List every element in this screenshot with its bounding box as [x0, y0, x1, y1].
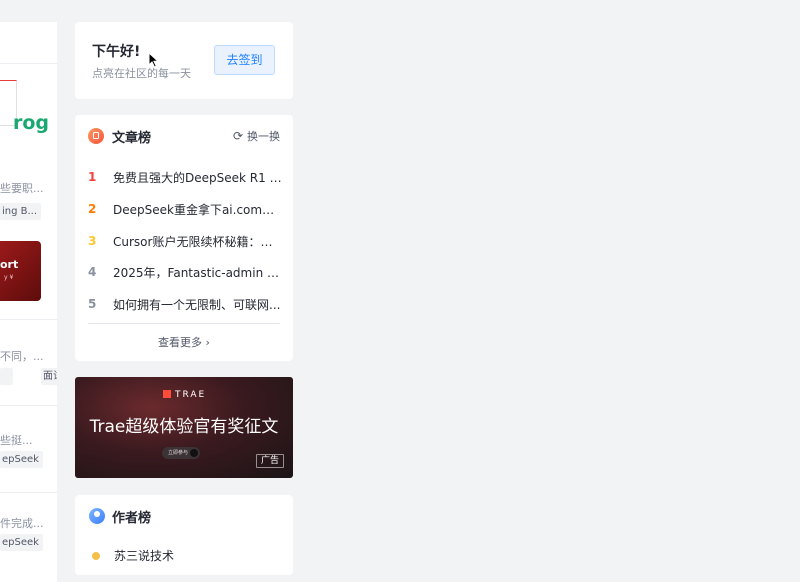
refresh-button[interactable]: ⟳ 换一换 — [233, 128, 280, 144]
author-rank-card: 作者榜 苏三说技术 — [75, 495, 293, 575]
article-title: 如何拥有一个无限制、可联网... — [113, 298, 281, 312]
feed-tag[interactable]: epSeek — [0, 534, 43, 551]
feed-divider — [0, 405, 57, 406]
trae-logo-icon — [163, 390, 171, 398]
article-rank-header: 文章榜 ⟳ 换一换 — [88, 127, 280, 147]
feed-divider — [0, 63, 57, 64]
feed-tag[interactable]: 面试 — [41, 368, 57, 385]
banner-cta-button[interactable]: 立即参与 — [162, 447, 200, 459]
arrow-right-icon — [190, 449, 198, 457]
rank-number: 5 — [88, 297, 97, 311]
feed-tag[interactable]: ing B... — [0, 203, 42, 220]
article-title: Cursor账户无限续杯秘籍：我... — [113, 235, 282, 249]
feed-ad-sub: y ¥ — [4, 274, 14, 281]
feed-snippet[interactable]: 件完成... — [0, 515, 44, 531]
article-rank-icon — [88, 128, 104, 144]
article-title: 免费且强大的DeepSeek R1 Vs... — [113, 171, 282, 185]
author-name[interactable]: 苏三说技术 — [114, 547, 174, 564]
article-rank-title: 文章榜 — [112, 131, 152, 146]
chevron-right-icon: › — [205, 336, 210, 349]
article-title: DeepSeek重金拿下ai.com顶... — [113, 203, 282, 217]
feed-tag[interactable]: epSeek — [0, 451, 43, 468]
article-feed: rog 些要职... ing B... ort y ¥ 不同，... 面试 些挺… — [0, 22, 57, 582]
article-rank-item[interactable]: 5 如何拥有一个无限制、可联网... — [88, 295, 282, 315]
article-rank-divider — [88, 323, 280, 324]
refresh-icon: ⟳ — [232, 129, 243, 143]
rank-number: 4 — [88, 265, 97, 279]
feed-snippet[interactable]: 些挺... — [0, 432, 33, 448]
author-rank-icon — [89, 508, 105, 524]
feed-divider — [0, 319, 57, 320]
banner-cta-label: 立即参与 — [168, 450, 189, 456]
trae-brand-text: TRAE — [175, 390, 207, 400]
view-more-label: 查看更多 — [158, 336, 203, 349]
feed-divider — [0, 492, 57, 493]
rank-number: 3 — [88, 234, 97, 248]
article-rank-item[interactable]: 2 DeepSeek重金拿下ai.com顶... — [88, 200, 282, 220]
article-title: 2025年，Fantastic-admin 这... — [113, 266, 282, 280]
ad-label: 广告 — [256, 454, 284, 468]
article-rank-card: 文章榜 ⟳ 换一换 1 免费且强大的DeepSeek R1 Vs... 2 DeepSe… — [75, 115, 293, 361]
article-rank-item[interactable]: 4 2025年，Fantastic-admin 这... — [88, 263, 282, 283]
medal-icon — [92, 552, 100, 560]
feed-ad-title: ort — [0, 258, 19, 271]
banner-headline: Trae超级体验官有奖征文 — [89, 417, 279, 437]
mouse-cursor-icon — [148, 52, 160, 68]
ad-banner[interactable]: TRAE Trae超级体验官有奖征文 立即参与 广告 — [75, 377, 293, 478]
rank-number: 2 — [88, 202, 97, 216]
view-more-link[interactable]: 查看更多 › — [75, 334, 293, 350]
greeting-title: 下午好! — [92, 44, 141, 60]
feed-ad-thumbnail[interactable]: ort y ¥ — [0, 241, 41, 301]
greeting-subtitle: 点亮在社区的每一天 — [92, 67, 191, 80]
refresh-label: 换一换 — [247, 130, 280, 143]
sign-in-button[interactable]: 去签到 — [214, 45, 275, 75]
rank-number: 1 — [88, 170, 97, 184]
sign-in-card: 下午好! 点亮在社区的每一天 去签到 — [75, 22, 293, 99]
feed-tag[interactable] — [0, 368, 14, 385]
trae-logo: TRAE — [163, 390, 206, 400]
feed-logo-text: rog — [13, 112, 50, 134]
feed-snippet[interactable]: 些要职... — [0, 180, 44, 196]
article-rank-item[interactable]: 1 免费且强大的DeepSeek R1 Vs... — [88, 168, 282, 188]
article-rank-item[interactable]: 3 Cursor账户无限续杯秘籍：我... — [88, 232, 282, 252]
feed-snippet[interactable]: 不同，... — [0, 348, 44, 364]
author-rank-title: 作者榜 — [112, 511, 152, 526]
